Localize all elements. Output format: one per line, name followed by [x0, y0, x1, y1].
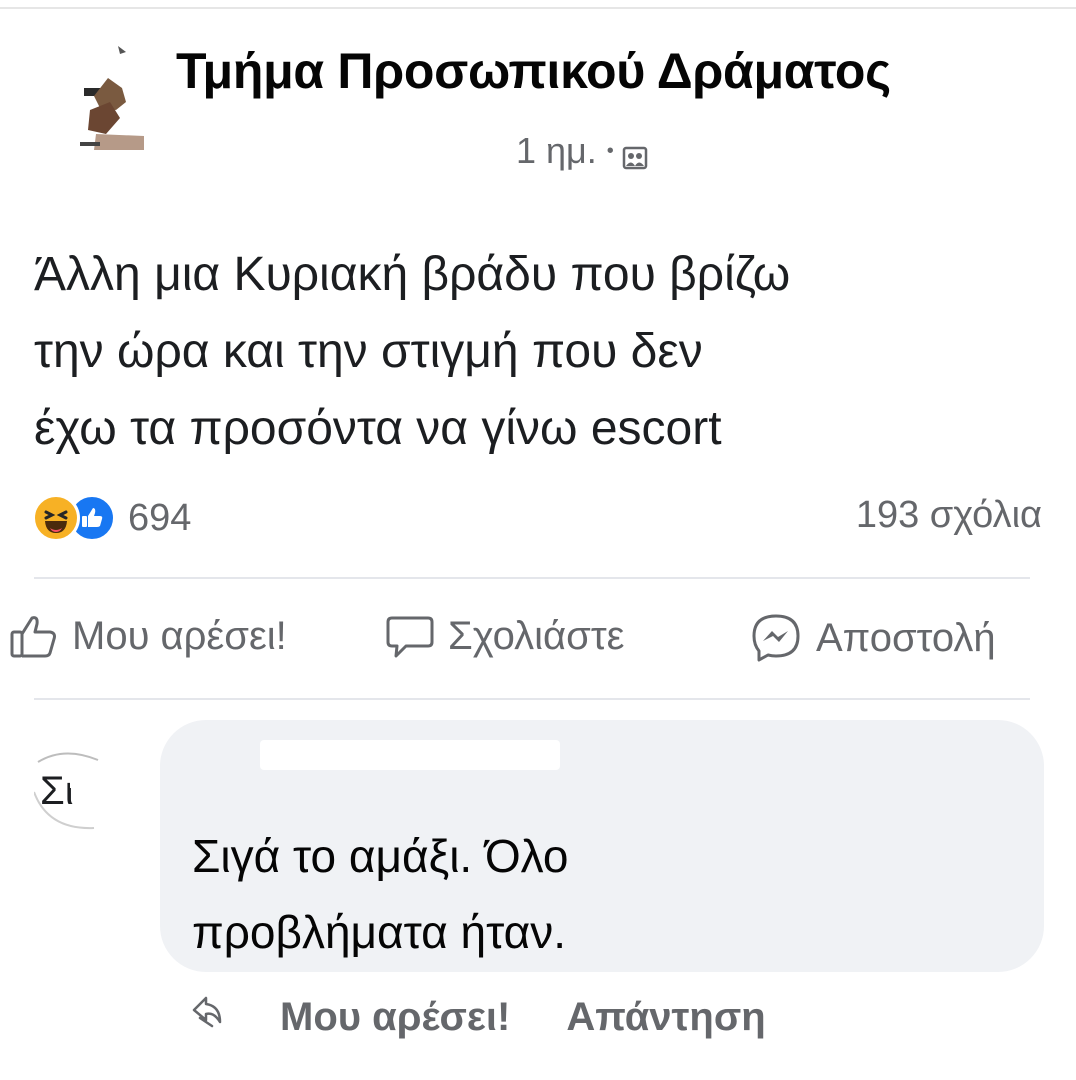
comment-text-line: Σιγά το αμάξι. Όλο	[192, 830, 569, 882]
commenter-avatar[interactable]: Σι	[34, 752, 144, 832]
like-button[interactable]: Μου αρέσει!	[8, 612, 287, 660]
comment-reply-button[interactable]: Απάντηση	[566, 995, 765, 1040]
messenger-icon	[752, 614, 800, 662]
haha-icon	[32, 494, 80, 542]
post-text-line: Άλλη μια Κυριακή βράδυ που βρίζω	[34, 248, 791, 301]
page-name[interactable]: Τμήμα Προσωπικού Δράματος	[176, 42, 891, 100]
comments-count[interactable]: 193 σχόλια	[856, 494, 1042, 537]
reactions-summary[interactable]: 694	[32, 494, 191, 542]
reaction-count: 694	[128, 496, 192, 539]
like-button-label: Μου αρέσει!	[72, 613, 287, 658]
post-meta: 1 ημ. •	[516, 130, 648, 172]
comment-author-redacted	[260, 740, 560, 770]
post-text: Άλλη μια Κυριακή βράδυ που βρίζω την ώρα…	[34, 236, 1054, 467]
post-text-line: έχω τα προσόντα να γίνω escort	[34, 402, 722, 455]
comment-text-line: προβλήματα ήταν.	[192, 906, 566, 958]
comment-text: Σιγά το αμάξι. Όλο προβλήματα ήταν.	[192, 818, 569, 970]
post-time[interactable]: 1 ημ.	[516, 130, 597, 172]
audience-icon[interactable]	[622, 138, 648, 170]
reply-arrow-icon	[190, 994, 224, 1040]
divider	[34, 577, 1030, 579]
page-avatar[interactable]	[60, 38, 156, 158]
share-button[interactable]: Αποστολή	[748, 612, 996, 664]
share-button-label: Αποστολή	[816, 615, 996, 660]
comment-button[interactable]: Σχολιάστε	[384, 612, 624, 660]
meta-separator: •	[606, 139, 614, 162]
top-border	[0, 7, 1076, 9]
comment-button-label: Σχολιάστε	[448, 613, 625, 658]
comment-like-button[interactable]: Μου αρέσει!	[280, 995, 510, 1040]
speech-bubble-icon	[386, 616, 434, 658]
comment-actions: Μου αρέσει! Απάντηση	[190, 994, 766, 1040]
post-text-line: την ώρα και την στιγμή που δεν	[34, 325, 703, 378]
thumbs-up-icon	[10, 616, 56, 658]
post-actions: Μου αρέσει! Σχολιάστε Αποστολή	[0, 612, 1076, 672]
divider	[34, 698, 1030, 700]
commenter-initials: Σι	[40, 769, 74, 813]
